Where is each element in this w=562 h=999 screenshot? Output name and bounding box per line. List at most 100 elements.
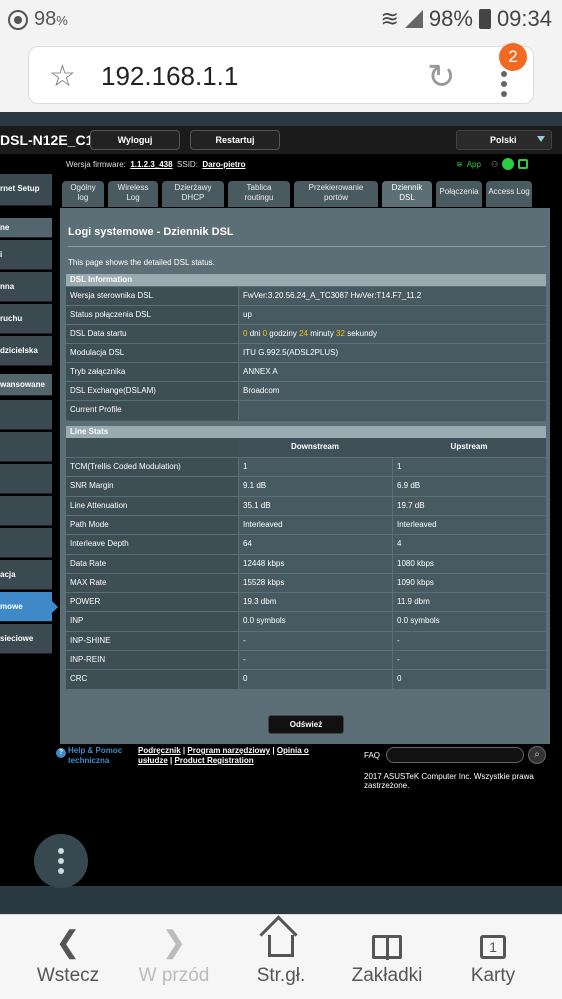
internet-globe-icon[interactable] <box>502 158 515 170</box>
reload-icon[interactable]: ↻ <box>427 57 456 97</box>
sidebar-item-2[interactable]: nna <box>0 272 52 302</box>
sidebar-item-11[interactable]: acja <box>0 560 52 590</box>
sidebar-item-7[interactable] <box>0 432 52 462</box>
row-value: Broadcom <box>238 382 546 401</box>
row-label: Path Mode <box>66 515 238 535</box>
nav-tabs-label: Karty <box>470 965 516 986</box>
nav-home[interactable]: Str.gł. <box>225 915 337 999</box>
table-row: DSL Exchange(DSLAM) Broadcom <box>66 381 546 401</box>
battery-percent-left: 98% <box>34 8 68 30</box>
tab-dsl-log[interactable]: Dziennik DSL <box>382 181 432 207</box>
link-registration[interactable]: Product Registration <box>175 756 254 765</box>
bookmark-star-icon[interactable]: ☆ <box>49 59 76 94</box>
browser-toolbar: ☆ 192.168.1.1 ↻ 2 <box>0 38 562 112</box>
address-bar[interactable]: ☆ 192.168.1.1 ↻ 2 <box>28 43 534 104</box>
link-feedback-2[interactable]: usłudze <box>138 756 168 765</box>
battery-percent: 98% <box>428 6 473 31</box>
sidebar-item-1[interactable]: i <box>0 240 52 270</box>
row-label: Data Rate <box>66 554 238 574</box>
tab-connections[interactable]: Połączenia <box>436 181 482 207</box>
upstream-value: 19.7 dB <box>392 496 546 516</box>
table-row: CRC 0 0 <box>66 669 546 690</box>
tab-wireless-log[interactable]: Wireless Log <box>108 181 158 207</box>
app-label[interactable]: App <box>467 160 481 169</box>
sidebar-item-6[interactable] <box>0 400 52 430</box>
ssid-link[interactable]: Daro-pietro <box>202 160 245 169</box>
nav-forward[interactable]: ❯ W przód <box>118 915 230 999</box>
tab-general-log[interactable]: Ogólny log <box>62 181 104 207</box>
downstream-value: 1 <box>238 458 392 477</box>
notification-badge: 2 <box>499 43 527 71</box>
data-saver-icon <box>8 9 28 30</box>
logout-button[interactable]: Wyloguj <box>90 130 180 150</box>
wifi-status-icon[interactable]: ≋ <box>456 160 463 169</box>
row-label: POWER <box>66 593 238 613</box>
row-label: DSL Data startu <box>66 325 238 344</box>
floating-menu-button[interactable] <box>34 834 88 888</box>
sidebar-item-parental[interactable]: dzicielska <box>0 336 52 366</box>
refresh-button[interactable]: Odśwież <box>268 715 344 734</box>
faq-search-input[interactable] <box>386 747 524 763</box>
nav-tabs[interactable]: 1 Karty <box>437 915 549 999</box>
link-utility[interactable]: Program narzędziowy <box>187 746 270 755</box>
sidebar-item-8[interactable] <box>0 464 52 494</box>
sidebar-item-3[interactable]: ruchu <box>0 304 52 334</box>
sidebar-header-advanced: wansowane <box>0 374 52 396</box>
upstream-value: 1 <box>392 458 546 477</box>
nav-bookmarks[interactable]: Zakładki <box>331 915 443 999</box>
firmware-line: Wersja firmware: 1.1.2.3_438 SSID: Daro-… <box>66 160 246 169</box>
row-label: Line Attenuation <box>66 496 238 516</box>
row-label: TCM(Trellis Coded Modulation) <box>66 458 238 477</box>
sidebar-item-network-tools[interactable]: sieciowe <box>0 624 52 654</box>
table-row: POWER 19.3 dbm 11.9 dbm <box>66 592 546 613</box>
table-row: Wersja sterownika DSL FwVer:3.20.56.24_A… <box>66 286 546 306</box>
upstream-value: Interleaved <box>392 515 546 535</box>
tab-access-log[interactable]: Access Log <box>486 181 532 207</box>
tabs-icon-wrap: 1 <box>437 925 549 960</box>
upstream-value: - <box>392 651 546 670</box>
row-value: ANNEX A <box>238 363 546 382</box>
row-label: CRC <box>66 670 238 690</box>
sidebar-item-system-log[interactable]: mowe <box>0 592 58 622</box>
tab-dhcp-leases[interactable]: Dzierżawy DHCP <box>162 181 224 207</box>
tab-port-forwarding[interactable]: Przekierowanie portów <box>294 181 378 207</box>
table-row: Modulacja DSL ITU G.992.5(ADSL2PLUS) <box>66 343 546 363</box>
chevron-down-icon <box>537 136 545 142</box>
link-manual[interactable]: Podręcznik <box>138 746 181 755</box>
sidebar-item-internet-setup[interactable]: rnet Setup <box>0 174 52 206</box>
page-description: This page shows the detailed DSL status. <box>68 258 215 267</box>
router-footer: ? Help & Pomoc techniczna Podręcznik | Pr… <box>0 744 562 770</box>
url-text[interactable]: 192.168.1.1 <box>101 61 238 92</box>
help-support[interactable]: Help & Pomoc techniczna <box>68 746 122 766</box>
link-feedback[interactable]: Opinia o <box>277 746 309 755</box>
table-row: INP-SHINE - - <box>66 630 546 651</box>
table-row: Current Profile <box>66 400 546 420</box>
line-stats-table: Downstream Upstream TCM(Trellis Coded Mo… <box>66 438 546 690</box>
tabs-icon: 1 <box>480 935 506 959</box>
footer-links: Podręcznik | Program narzędziowy | Opini… <box>138 746 309 765</box>
table-row: Data Rate 12448 kbps 1080 kbps <box>66 553 546 574</box>
users-icon[interactable]: ⚇ <box>491 160 498 169</box>
search-icon[interactable]: ⌕ <box>528 746 546 764</box>
faq-label: FAQ <box>364 751 381 760</box>
battery-icon <box>478 9 491 29</box>
firmware-link[interactable]: 1.1.2.3_438 <box>130 160 172 169</box>
bookmarks-icon-wrap <box>331 925 443 967</box>
restart-button[interactable]: Restartuj <box>190 130 280 150</box>
sidebar-item-10[interactable] <box>0 528 52 558</box>
table-row: Line Attenuation 35.1 dB 19.7 dB <box>66 495 546 516</box>
status-bar: 98% ≋ 98% 09:34 <box>0 0 562 38</box>
row-label: Status połączenia DSL <box>66 306 238 325</box>
nav-back[interactable]: ❮ Wstecz <box>12 915 124 999</box>
sidebar-item-9[interactable] <box>0 496 52 526</box>
language-select[interactable]: Polski <box>456 130 552 150</box>
col-upstream: Upstream <box>450 442 488 451</box>
table-row: Path Mode Interleaved Interleaved <box>66 514 546 535</box>
divider <box>68 246 546 247</box>
table-row: SNR Margin 9.1 dB 6.9 dB <box>66 476 546 497</box>
network-icon[interactable] <box>518 159 529 169</box>
upstream-value: 4 <box>392 535 546 555</box>
table-row: Tryb załącznika ANNEX A <box>66 362 546 382</box>
clock: 09:34 <box>496 6 552 31</box>
tab-routing-table[interactable]: Tablica routingu <box>228 181 290 207</box>
